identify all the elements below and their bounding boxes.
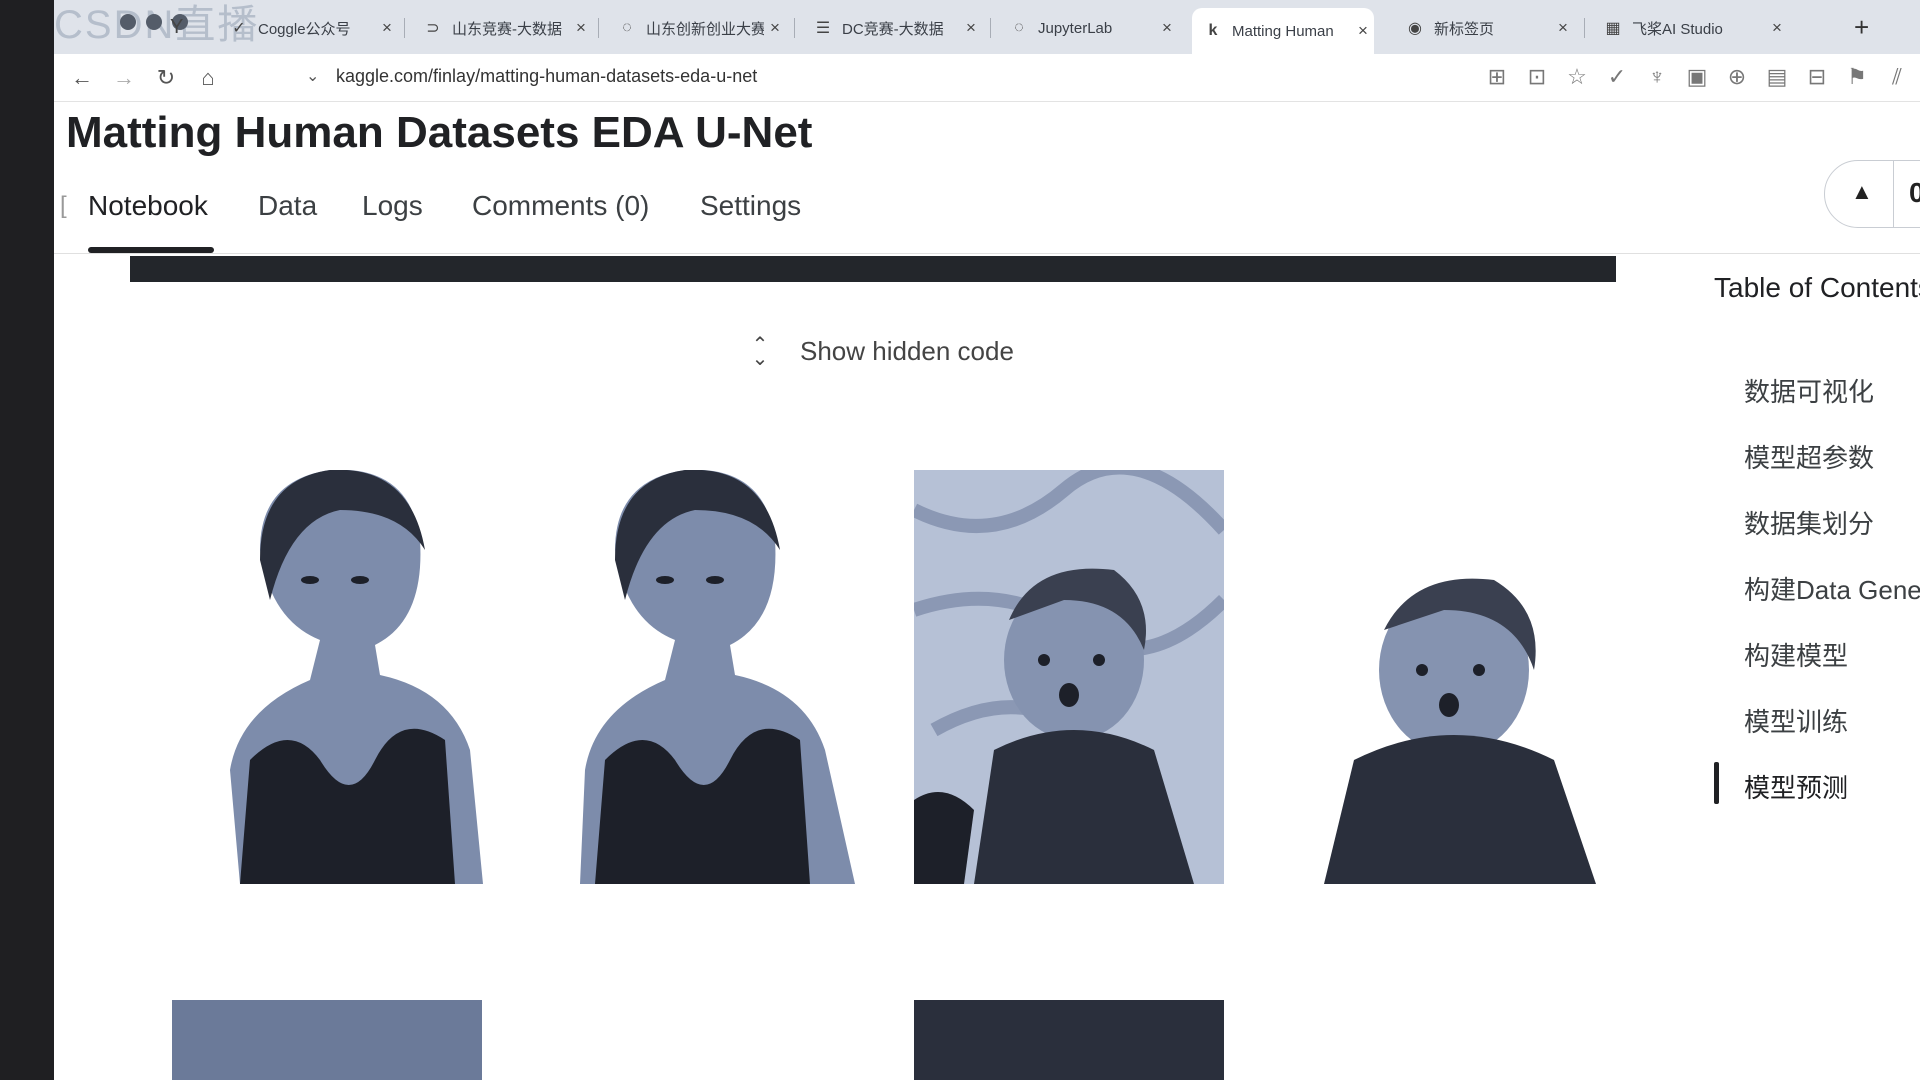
bookmark-star-icon[interactable]: ☆ bbox=[1564, 64, 1590, 90]
toc-title: Table of Contents bbox=[1714, 272, 1920, 303]
check-icon[interactable]: ✓ bbox=[1604, 64, 1630, 90]
tab-comments[interactable]: Comments (0) bbox=[472, 190, 649, 222]
close-icon[interactable]: × bbox=[1156, 18, 1178, 38]
toc-item-data-generator[interactable]: 构建Data Generator bbox=[1744, 570, 1920, 607]
tab-notebook[interactable]: Notebook bbox=[88, 190, 208, 222]
coggle-icon: ✓ bbox=[232, 20, 246, 37]
toc-active-marker bbox=[1714, 762, 1719, 804]
pin-icon[interactable]: ⚑ bbox=[1844, 64, 1870, 90]
browser-tab-shandong-innovation[interactable]: ◌ 山东创新创业大赛 × bbox=[606, 8, 786, 48]
screenshot-icon[interactable]: ▣ bbox=[1684, 64, 1710, 90]
page-title: Matting Human Datasets EDA U-Net bbox=[66, 108, 813, 157]
extension-icon[interactable]: ⊕ bbox=[1724, 64, 1750, 90]
browser-tab-dc-contest[interactable]: ☰ DC竞赛-大数据 × bbox=[802, 8, 982, 48]
extension-icon[interactable]: ♆ bbox=[1644, 64, 1670, 90]
kaggle-icon: k bbox=[1208, 22, 1218, 39]
baby-original-image bbox=[914, 470, 1224, 884]
extension-toolbar: ⊞ ⊡ ☆ ✓ ♆ ▣ ⊕ ▤ ⊟ ⚑ ⫽ ⋮ bbox=[1484, 64, 1920, 90]
close-icon[interactable]: × bbox=[764, 18, 786, 38]
tabs-divider bbox=[54, 253, 1920, 254]
capture-icon[interactable]: ⊟ bbox=[1804, 64, 1830, 90]
row2-image-1 bbox=[172, 1000, 482, 1080]
new-tab-button[interactable]: + bbox=[1854, 12, 1869, 43]
close-icon[interactable]: × bbox=[570, 18, 592, 38]
site-info-chevron-icon[interactable]: ⌄ bbox=[306, 66, 319, 86]
browser-tab-shandong-contest[interactable]: ⊃ 山东竞赛-大数据 × bbox=[412, 8, 592, 48]
close-icon[interactable]: × bbox=[1552, 18, 1574, 38]
aistudio-icon: ▦ bbox=[1605, 20, 1621, 37]
panel-toggle-icon[interactable]: [ bbox=[60, 192, 67, 220]
forward-icon[interactable]: → bbox=[108, 62, 140, 94]
expand-chevrons-icon: ⌃ ⌄ bbox=[751, 333, 769, 370]
home-icon[interactable]: ⌂ bbox=[192, 62, 224, 94]
tab-separator bbox=[1584, 18, 1585, 38]
close-icon[interactable]: × bbox=[1766, 18, 1788, 38]
woman-original-image bbox=[200, 470, 483, 884]
tab-data[interactable]: Data bbox=[258, 190, 317, 222]
toc-item-hyperparameters[interactable]: 模型超参数 bbox=[1744, 438, 1874, 475]
address-bar[interactable]: kaggle.com/finlay/matting-human-datasets… bbox=[336, 66, 757, 87]
reader-icon[interactable]: ▤ bbox=[1764, 64, 1790, 90]
browser-toolbar: ← → ↻ ⌂ ⌄ kaggle.com/finlay/matting-huma… bbox=[54, 54, 1920, 102]
code-cell-bar bbox=[130, 256, 1616, 282]
browser-tab-jupyterlab[interactable]: ◌ JupyterLab × bbox=[998, 8, 1178, 48]
toc-item-build-model[interactable]: 构建模型 bbox=[1744, 636, 1848, 673]
tab-separator bbox=[598, 18, 599, 38]
browser-tab-coggle[interactable]: ✓ Coggle公众号 × bbox=[218, 8, 398, 48]
dc-icon: ☰ bbox=[815, 20, 831, 37]
upvote-widget: ▲ 0 bbox=[1824, 160, 1920, 228]
show-hidden-code-label: Show hidden code bbox=[800, 336, 1014, 366]
window-controls[interactable] bbox=[120, 14, 198, 35]
contest-icon: ⊃ bbox=[426, 20, 440, 37]
tab-settings[interactable]: Settings bbox=[700, 190, 801, 222]
left-panel-strip bbox=[0, 0, 54, 1080]
vote-divider bbox=[1893, 161, 1894, 227]
tab-logs[interactable]: Logs bbox=[362, 190, 423, 222]
close-icon[interactable]: × bbox=[1352, 21, 1374, 41]
loading-icon: ◌ bbox=[1014, 19, 1024, 36]
back-icon[interactable]: ← bbox=[66, 62, 98, 94]
toc-item-training[interactable]: 模型训练 bbox=[1744, 702, 1848, 739]
row2-image-3 bbox=[914, 1000, 1224, 1080]
woman-matted-image bbox=[575, 470, 855, 884]
baby-matted-image bbox=[1314, 560, 1596, 884]
tab-search-icon[interactable]: Y bbox=[170, 16, 183, 39]
browser-tab-matting-human[interactable]: k Matting Human × bbox=[1192, 8, 1374, 54]
share-icon[interactable]: ⊡ bbox=[1524, 64, 1550, 90]
close-icon[interactable]: × bbox=[960, 18, 982, 38]
toc-item-dataset-split[interactable]: 数据集划分 bbox=[1744, 504, 1874, 541]
close-icon[interactable]: × bbox=[376, 18, 398, 38]
chrome-icon: ◉ bbox=[1408, 20, 1422, 37]
profile-icon[interactable]: ⫽ bbox=[1884, 64, 1910, 90]
show-hidden-code-button[interactable]: ⌃ ⌄ Show hidden code bbox=[750, 333, 1014, 370]
vote-count: 0 bbox=[1909, 177, 1920, 208]
upvote-arrow-icon[interactable]: ▲ bbox=[1851, 179, 1873, 205]
toc-item-prediction[interactable]: 模型预测 bbox=[1744, 768, 1848, 805]
browser-tab-bar: CSDN直播 Y ✓ Coggle公众号 × ⊃ 山东竞赛-大数据 × ◌ 山东… bbox=[54, 0, 1920, 54]
browser-tab-new-tab[interactable]: ◉ 新标签页 × bbox=[1394, 8, 1574, 48]
loading-icon: ◌ bbox=[622, 19, 632, 36]
reload-icon[interactable]: ↻ bbox=[150, 62, 182, 94]
translate-icon[interactable]: ⊞ bbox=[1484, 64, 1510, 90]
toc-item-data-visualization[interactable]: 数据可视化 bbox=[1744, 372, 1874, 409]
browser-window: { "browser": { "tabs": [ {"label": "Cogg… bbox=[0, 0, 1920, 1080]
browser-tab-aistudio[interactable]: ▦ 飞桨AI Studio × bbox=[1592, 8, 1788, 48]
tab-separator bbox=[990, 18, 991, 38]
tab-separator bbox=[404, 18, 405, 38]
tab-separator bbox=[794, 18, 795, 38]
